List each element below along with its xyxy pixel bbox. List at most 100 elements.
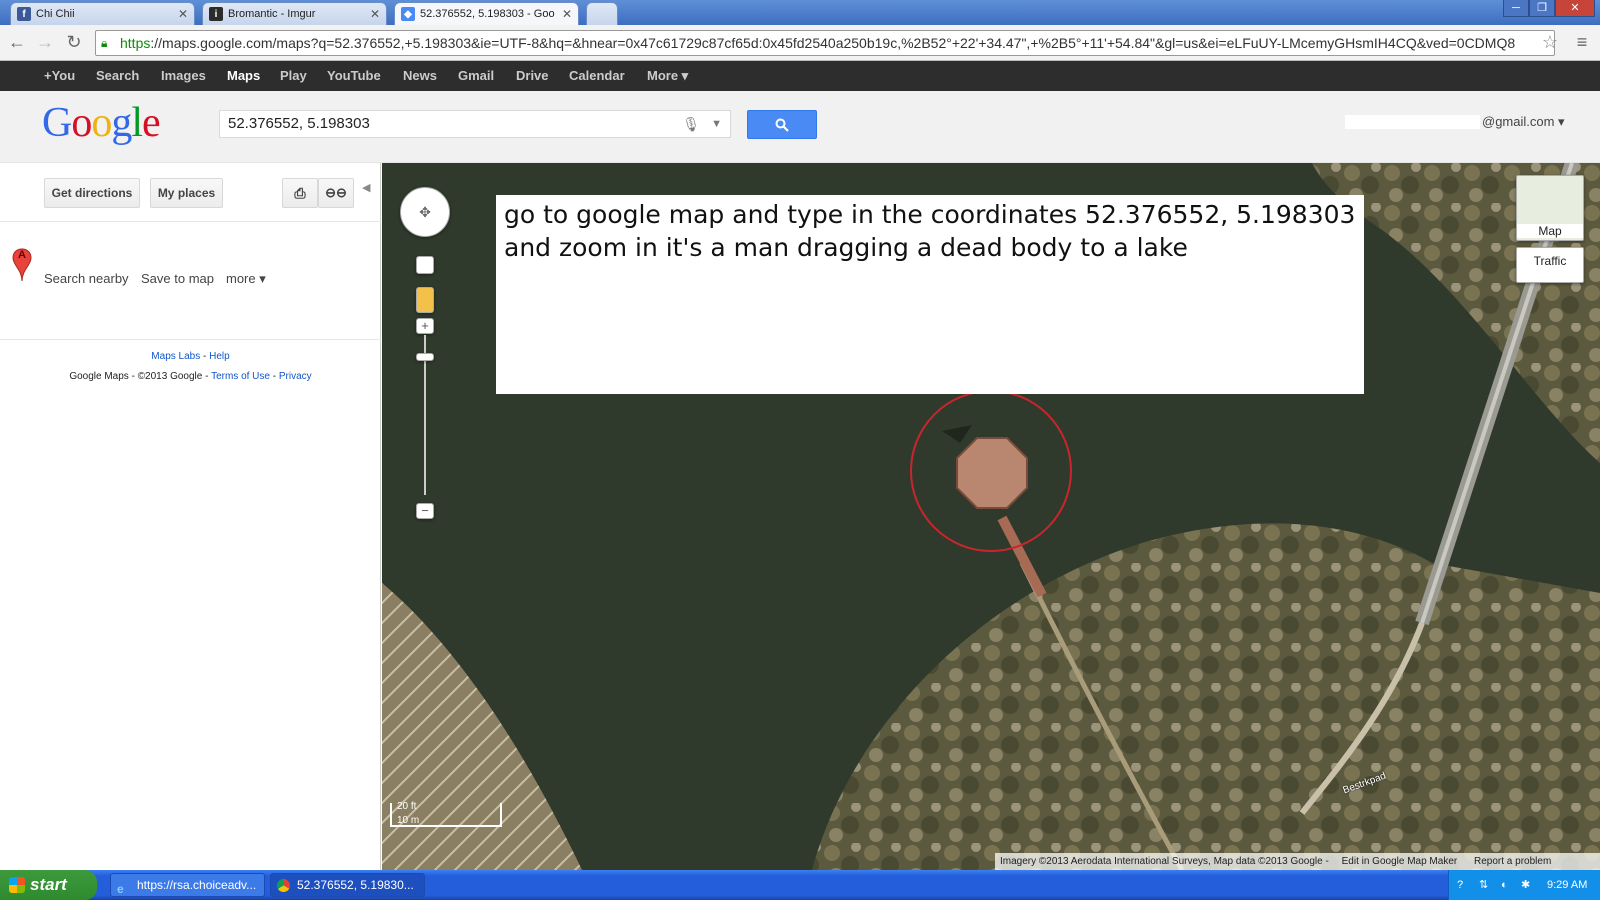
search-button[interactable] [747,110,817,139]
taskbar-item-chrome[interactable]: 52.376552, 5.19830... [270,873,425,897]
gbar-search[interactable]: Search [96,61,139,91]
lock-icon: 🔒︎ [101,36,108,50]
restore-icon[interactable]: ❐ [1529,0,1555,17]
close-window-icon[interactable]: ✕ [1555,0,1595,17]
gbar-images[interactable]: Images [161,61,206,91]
tab-title: 52.376552, 5.198303 - Goo [420,8,555,20]
marker-a-icon[interactable]: A [12,248,32,287]
terms-link[interactable]: Terms of Use [211,371,270,382]
link-icon[interactable]: ⊖⊖ [318,178,354,208]
back-icon[interactable]: ← [5,31,29,55]
clock[interactable]: 9:29 AM [1547,870,1587,900]
caption-line-2: and zoom in it's a man dragging a dead b… [504,233,1188,262]
collapse-panel-icon[interactable]: ◀ [362,181,370,194]
scale-bar: 20 ft 10 m [390,801,502,827]
footer-line: Google Maps - ©2013 Google - Terms of Us… [69,371,312,382]
task-label: 52.376552, 5.19830... [297,878,414,892]
google-logo[interactable]: Google [42,99,161,147]
gbar-maps[interactable]: Maps [227,61,260,91]
system-tray: ? ⇅ ◐ ✱ 9:29 AM [1448,870,1600,900]
attribution-text: Imagery ©2013 Aerodata International Sur… [1000,856,1329,867]
close-tab-icon[interactable]: ✕ [370,7,380,21]
close-tab-icon[interactable]: ✕ [562,7,572,21]
gbar-you[interactable]: +You [44,61,75,91]
pegman-icon[interactable] [416,287,434,313]
divider [0,339,381,340]
google-maps-icon: ◆ [401,7,415,21]
url-text: ://maps.google.com/maps?q=52.376552,+5.1… [150,35,1516,51]
imgur-icon: i [209,7,223,21]
edit-map-maker-link[interactable]: Edit in Google Map Maker [1342,856,1458,867]
minimize-icon[interactable]: ─ [1503,0,1529,17]
help-link[interactable]: Help [209,351,230,362]
search-input[interactable]: 52.376552, 5.198303 🎙︎ ▼ [219,110,731,138]
scale-m: 10 m [397,815,420,826]
url-scheme: https [120,35,151,51]
google-bar: +You Search Images Maps Play YouTube New… [0,61,1600,91]
reset-view-icon[interactable] [416,256,434,274]
divider [0,221,381,222]
copyright-text: Google Maps - ©2013 Google - [69,371,209,382]
save-to-map-link[interactable]: Save to map [141,271,214,286]
report-problem-link[interactable]: Report a problem [1474,856,1551,867]
gbar-gmail[interactable]: Gmail [458,61,494,91]
new-tab-button[interactable] [586,2,618,25]
pan-control-icon[interactable]: ✥ [400,187,450,237]
zoom-slider-handle[interactable] [416,353,434,361]
privacy-link[interactable]: Privacy [279,371,312,382]
gbar-youtube[interactable]: YouTube [327,61,381,91]
address-bar[interactable]: 🔒︎ https://maps.google.com/maps?q=52.376… [95,30,1555,56]
gbar-play[interactable]: Play [280,61,307,91]
start-label: start [30,875,67,894]
left-panel: Get directions My places ⎙ ⊖⊖ ◀ A Search… [0,163,381,870]
browser-tab-strip: f Chi Chii ✕ i Bromantic - Imgur ✕ ◆ 52.… [0,0,1600,25]
microphone-icon[interactable]: 🎙︎ [682,111,700,137]
zoom-in-icon[interactable]: + [416,318,434,334]
search-input-value: 52.376552, 5.198303 [228,115,370,132]
start-button[interactable]: start [0,870,97,900]
tab-chi-chii[interactable]: f Chi Chii ✕ [10,2,195,25]
account-menu[interactable]: @gmail.com ▾ [1482,114,1565,130]
forward-icon[interactable]: → [33,31,57,55]
facebook-icon: f [17,7,31,21]
menu-icon[interactable]: ≡ [1570,31,1594,55]
zoom-out-icon[interactable]: − [416,503,434,519]
chrome-icon [277,879,290,892]
print-icon[interactable]: ⎙ [282,178,318,208]
map-attribution: Imagery ©2013 Aerodata International Sur… [995,853,1600,870]
more-link[interactable]: more ▾ [226,271,266,287]
security-icon[interactable]: ✱ [1521,870,1530,900]
bookmark-star-icon[interactable]: ☆ [1538,31,1562,55]
gbar-calendar[interactable]: Calendar [569,61,625,91]
map-type-label: Map [1517,224,1583,238]
chevron-down-icon[interactable]: ▼ [711,111,722,137]
taskbar-item-ie[interactable]: e https://rsa.choiceadv... [110,873,265,897]
browser-toolbar: ← → ↻ 🔒︎ https://maps.google.com/maps?q=… [0,25,1600,61]
scale-ft: 20 ft [397,801,417,812]
marker-letter: A [18,249,26,261]
maps-labs-link[interactable]: Maps Labs [151,351,200,362]
tab-google-maps[interactable]: ◆ 52.376552, 5.198303 - Goo ✕ [394,2,579,25]
tab-imgur[interactable]: i Bromantic - Imgur ✕ [202,2,387,25]
traffic-label: Traffic [1533,254,1567,268]
search-icon [775,118,789,132]
volume-icon[interactable]: ◐ [1501,870,1508,900]
reload-icon[interactable]: ↻ [62,31,86,55]
gbar-drive[interactable]: Drive [516,61,549,91]
help-icon[interactable]: ? [1457,870,1463,900]
caption-line-1: go to google map and type in the coordin… [504,200,1356,229]
windows-logo-icon [9,877,25,893]
close-tab-icon[interactable]: ✕ [178,7,188,21]
windows-taskbar: start e https://rsa.choiceadv... 52.3765… [0,870,1600,900]
map-type-button[interactable]: Map [1516,175,1584,241]
my-places-button[interactable]: My places [150,178,223,208]
internet-explorer-icon: e [117,882,124,896]
gbar-news[interactable]: News [403,61,437,91]
account-name-redacted [1345,115,1480,129]
maps-header: Google 52.376552, 5.198303 🎙︎ ▼ @gmail.c… [0,91,1600,163]
traffic-button[interactable]: Traffic [1516,247,1584,283]
search-nearby-link[interactable]: Search nearby [44,271,129,286]
gbar-more[interactable]: More ▾ [647,61,688,91]
network-icon[interactable]: ⇅ [1479,870,1488,900]
get-directions-button[interactable]: Get directions [44,178,140,208]
